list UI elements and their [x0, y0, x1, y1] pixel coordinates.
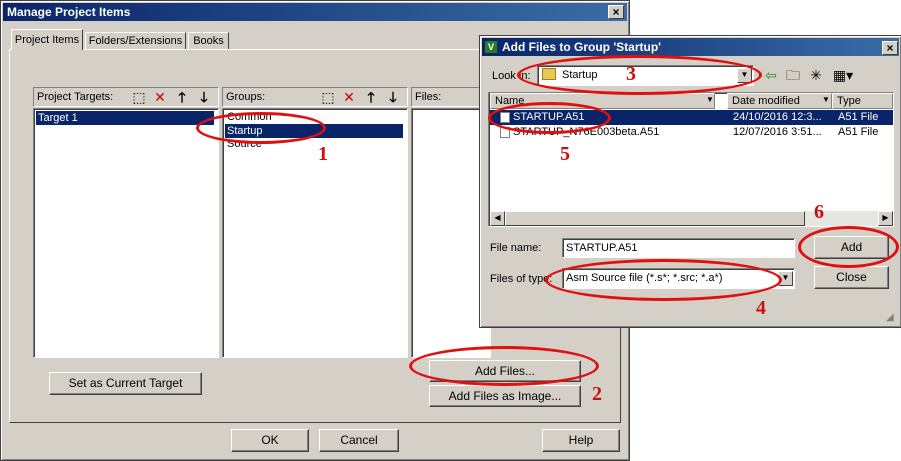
file-name-value: STARTUP.A51: [566, 242, 638, 254]
annotation-ellipse-5: [488, 102, 611, 134]
tab-label: Project Items: [14, 34, 80, 46]
move-up-icon[interactable]: 🡑: [173, 88, 191, 106]
close-icon[interactable]: ×: [882, 41, 898, 55]
app-icon: V: [485, 41, 497, 53]
list-item[interactable]: Target 1: [36, 111, 214, 125]
annotation-number-1: 1: [318, 143, 328, 165]
close-icon[interactable]: ×: [608, 5, 624, 19]
targets-list[interactable]: Target 1: [33, 108, 219, 358]
new-item-icon[interactable]: ⬚: [130, 88, 148, 106]
resize-grip-icon[interactable]: ◢: [886, 312, 894, 323]
file-name-input[interactable]: STARTUP.A51: [562, 238, 795, 258]
add-files-as-image-button[interactable]: Add Files as Image...: [429, 385, 581, 407]
help-button[interactable]: Help: [542, 429, 620, 452]
move-down-icon[interactable]: 🡓: [384, 88, 402, 106]
tab-folders-extensions[interactable]: Folders/Extensions: [85, 32, 186, 50]
move-up-icon[interactable]: 🡑: [362, 88, 380, 106]
annotation-number-4: 4: [756, 297, 766, 319]
annotation-ellipse-6: [798, 226, 899, 268]
annotation-number-3: 3: [626, 63, 636, 85]
file-type: A51 File: [838, 111, 879, 123]
delete-icon[interactable]: ✕: [151, 88, 169, 106]
annotation-number-2: 2: [592, 383, 602, 405]
annotation-ellipse-3: [517, 55, 762, 95]
scroll-thumb[interactable]: [505, 211, 805, 226]
targets-header: Project Targets: ⬚ ✕ 🡑 🡓: [33, 87, 219, 107]
new-folder-icon[interactable]: ✳: [807, 66, 825, 84]
chevron-down-icon: ▼: [706, 95, 714, 104]
column-type[interactable]: Type: [832, 93, 893, 109]
delete-icon[interactable]: ✕: [340, 88, 358, 106]
file-date: 12/07/2016 3:51...: [733, 126, 822, 138]
annotation-ellipse-2: [409, 346, 599, 386]
new-item-icon[interactable]: ⬚: [319, 88, 337, 106]
scroll-left-icon[interactable]: ◀: [490, 211, 505, 226]
scroll-right-icon[interactable]: ▶: [878, 211, 893, 226]
column-date-modified[interactable]: Date modified: [727, 93, 832, 109]
tab-project-items[interactable]: Project Items: [11, 29, 83, 50]
annotation-ellipse-4: [545, 259, 782, 301]
tab-books[interactable]: Books: [188, 32, 229, 50]
move-down-icon[interactable]: 🡓: [195, 88, 213, 106]
file-name-label: File name:: [490, 242, 542, 254]
files-of-type-label: Files of type:: [490, 273, 553, 285]
add-dialog-title-text: Add Files to Group 'Startup': [502, 40, 662, 54]
view-menu-icon[interactable]: ▦▾: [830, 66, 856, 84]
up-folder-icon[interactable]: 🗀: [784, 66, 802, 84]
groups-label: Groups:: [226, 91, 266, 103]
annotation-number-5: 5: [560, 143, 570, 165]
files-label: Files:: [415, 91, 442, 103]
tab-label: Folders/Extensions: [88, 35, 183, 47]
set-current-target-button[interactable]: Set as Current Target: [49, 372, 202, 395]
back-icon[interactable]: ⇦: [762, 66, 780, 84]
manage-dialog-title: Manage Project Items: [3, 3, 627, 21]
close-button[interactable]: Close: [814, 266, 889, 289]
annotation-number-6: 6: [814, 201, 824, 223]
add-dialog-title: Add Files to Group 'Startup': [482, 38, 899, 56]
annotation-ellipse-1: [196, 112, 326, 144]
ok-button[interactable]: OK: [231, 429, 309, 452]
chevron-down-icon: ▼: [822, 95, 830, 104]
file-date: 24/10/2016 12:3...: [733, 111, 822, 123]
cancel-button[interactable]: Cancel: [319, 429, 399, 452]
groups-list[interactable]: Common Startup Source: [222, 108, 408, 358]
tab-label: Books: [193, 35, 224, 47]
groups-header: Groups: ⬚ ✕ 🡑 🡓: [222, 87, 408, 107]
file-type: A51 File: [838, 126, 879, 138]
targets-label: Project Targets:: [37, 91, 114, 103]
horizontal-scrollbar[interactable]: ◀ ▶: [490, 211, 893, 226]
